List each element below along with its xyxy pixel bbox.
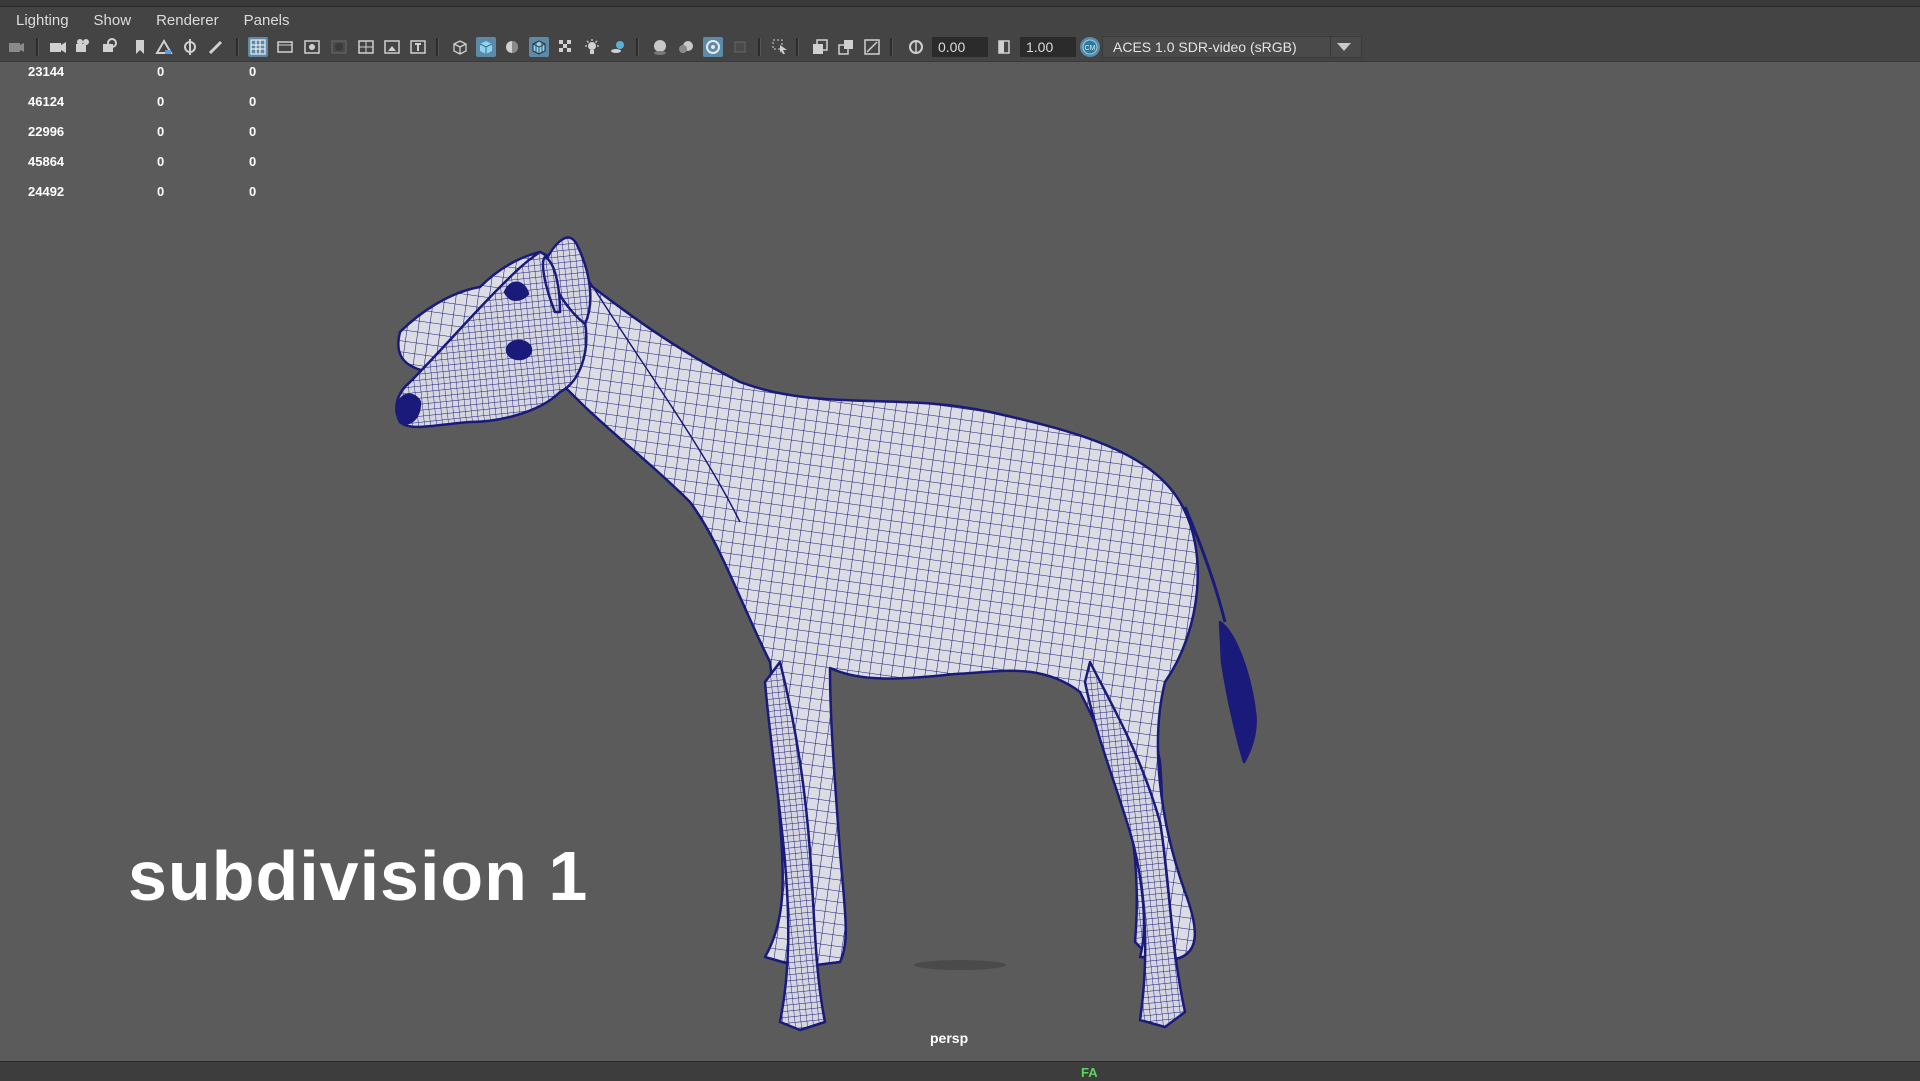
anti-aliasing-icon[interactable] — [703, 37, 723, 57]
camera-look-icon[interactable] — [100, 37, 120, 57]
toolbar-separator — [890, 38, 893, 56]
svg-text:CM: CM — [1085, 45, 1096, 52]
isolate-select-icon[interactable] — [770, 37, 790, 57]
ossicone — [503, 281, 530, 301]
camera-attributes-icon[interactable] — [48, 37, 68, 57]
safe-title-icon[interactable] — [408, 37, 428, 57]
field-chart-icon[interactable] — [356, 37, 376, 57]
shadows-icon[interactable] — [608, 37, 628, 57]
color-space-dropdown[interactable]: ACES 1.0 SDR-video (sRGB) — [1102, 36, 1362, 58]
ground-shadow — [914, 960, 1006, 970]
use-all-lights-icon[interactable] — [582, 37, 602, 57]
dropdown-divider — [1330, 37, 1331, 57]
window-top-border — [0, 0, 1920, 7]
depth-of-field-icon[interactable] — [730, 37, 750, 57]
exposure-field[interactable]: 0.00 — [932, 37, 988, 57]
default-material-icon[interactable] — [502, 37, 522, 57]
gamma-icon[interactable] — [994, 37, 1014, 57]
color-space-label: ACES 1.0 SDR-video (sRGB) — [1113, 39, 1297, 55]
exposure-icon[interactable] — [906, 37, 926, 57]
status-bar: FA — [0, 1061, 1920, 1081]
bookmark-icon[interactable] — [130, 37, 150, 57]
chevron-down-icon[interactable] — [1337, 43, 1351, 51]
two-d-pan-zoom-icon[interactable] — [180, 37, 200, 57]
safe-action-icon[interactable] — [382, 37, 402, 57]
film-gate-icon[interactable] — [275, 37, 295, 57]
camera-bookmark-icon[interactable] — [74, 37, 94, 57]
eye — [505, 339, 533, 361]
grease-pencil-icon[interactable] — [206, 37, 226, 57]
screen-space-ao-icon[interactable] — [650, 37, 670, 57]
gamma-field[interactable]: 1.00 — [1020, 37, 1076, 57]
wireframe-icon[interactable] — [450, 37, 470, 57]
grid-icon[interactable] — [248, 37, 268, 57]
overlay-caption: subdivision 1 — [128, 837, 589, 915]
smooth-shade-icon[interactable] — [476, 37, 496, 57]
resolution-gate-icon[interactable] — [302, 37, 322, 57]
toolbar-separator — [758, 38, 761, 56]
wireframe-on-shaded-icon[interactable] — [529, 37, 549, 57]
color-management-icon[interactable]: CM — [1080, 37, 1100, 57]
xray-icon[interactable] — [556, 37, 576, 57]
panel-toolbar: 0.00 1.00 CM ACES 1.0 SDR-video (sRGB) — [0, 33, 1920, 62]
xray-active-components-icon[interactable] — [836, 37, 856, 57]
toolbar-separator — [636, 38, 639, 56]
camera-name-label: persp — [930, 1030, 969, 1046]
toolbar-separator — [236, 38, 239, 56]
menu-renderer[interactable]: Renderer — [140, 12, 228, 29]
gate-mask-icon[interactable] — [329, 37, 349, 57]
toolbar-separator — [796, 38, 799, 56]
tail-tuft — [1218, 620, 1257, 764]
motion-blur-icon[interactable] — [676, 37, 696, 57]
backface-culling-icon[interactable] — [862, 37, 882, 57]
xray-joints-icon[interactable] — [810, 37, 830, 57]
image-plane-icon[interactable] — [154, 37, 174, 57]
toolbar-separator — [436, 38, 439, 56]
menu-show[interactable]: Show — [78, 12, 141, 29]
menu-panels[interactable]: Panels — [228, 12, 299, 29]
select-camera-icon[interactable] — [6, 37, 26, 57]
toolbar-separator — [36, 38, 39, 56]
status-text: FA — [1081, 1065, 1098, 1080]
menu-lighting[interactable]: Lighting — [0, 12, 78, 29]
panel-menubar: Lighting Show Renderer Panels — [0, 7, 1920, 33]
